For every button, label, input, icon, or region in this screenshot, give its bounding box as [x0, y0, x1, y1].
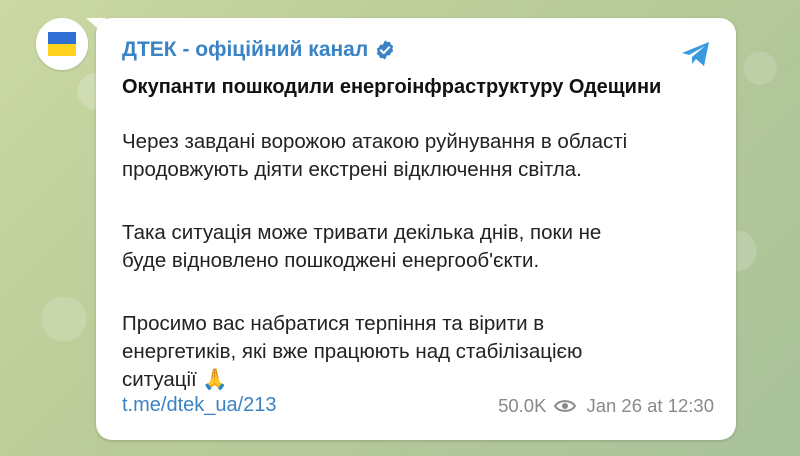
post-paragraph: Просимо вас набратися терпіння та вірити… — [122, 312, 583, 391]
channel-name[interactable]: ДТЕК - офіційний канал — [122, 38, 368, 62]
verified-icon — [377, 40, 394, 60]
views-count: 50.0K — [498, 395, 547, 416]
post-link[interactable]: t.me/dtek_ua/213 — [122, 394, 277, 417]
eye-icon — [554, 400, 577, 412]
post-title: Окупанти пошкодили енергоінфраструктуру … — [122, 76, 662, 98]
message-bubble: ДТЕК - офіційний канал Окупанти пошкодил… — [96, 18, 736, 440]
post-paragraph: Через завдані ворожою атакою руйнування … — [122, 130, 628, 181]
channel-avatar[interactable] — [36, 18, 88, 70]
post-date: Jan 26 at 12:30 — [586, 395, 714, 416]
ukraine-flag-icon — [36, 18, 88, 70]
post-meta: 50.0K Jan 26 at 12:30 — [498, 395, 714, 417]
share-icon[interactable] — [678, 36, 714, 72]
post-body: Через завдані ворожою атакою руйнування … — [122, 128, 722, 429]
post-paragraph: Така ситуація може тривати декілька днів… — [122, 221, 602, 272]
message-header: ДТЕК - офіційний канал — [122, 38, 396, 62]
